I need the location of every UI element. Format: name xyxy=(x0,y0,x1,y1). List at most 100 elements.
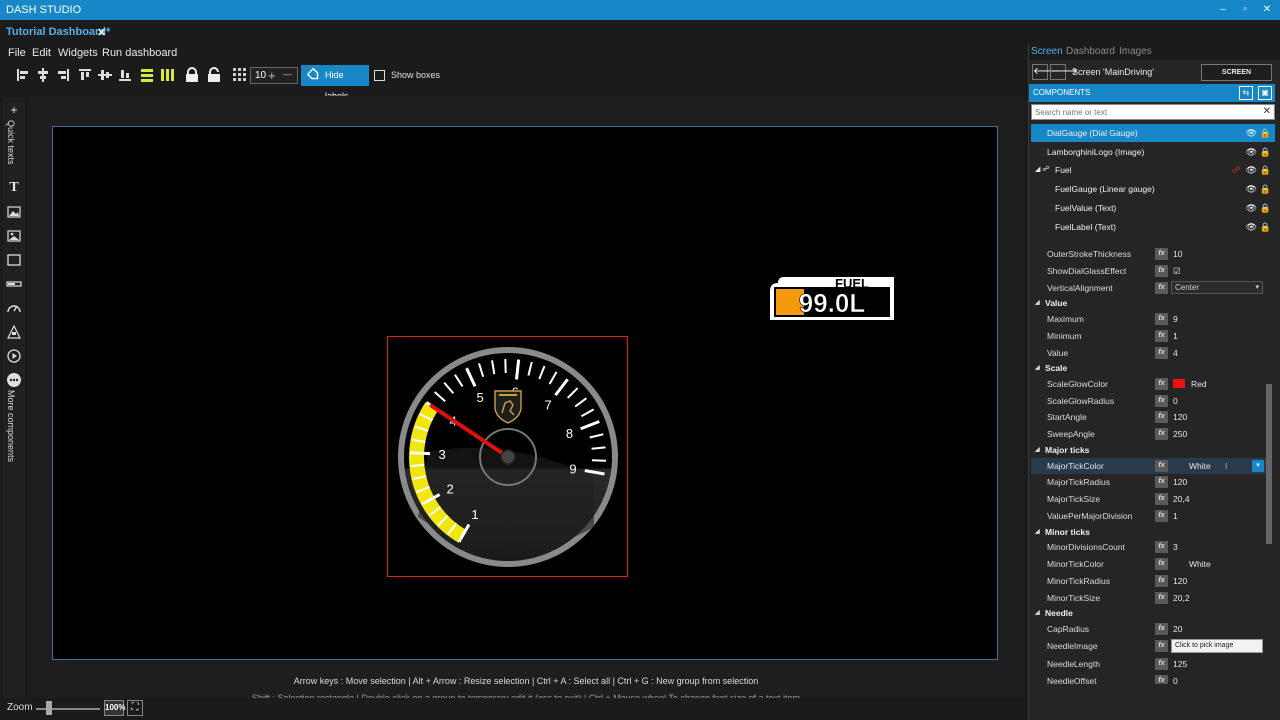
property-value[interactable]: 120 xyxy=(1173,474,1187,490)
property-value[interactable]: White xyxy=(1189,556,1211,572)
visibility-eye-icon[interactable]: 👁 xyxy=(1246,161,1257,179)
formula-icon[interactable]: fx xyxy=(1155,411,1168,424)
grid-size-stepper[interactable]: 10 + — xyxy=(250,67,298,84)
property-row[interactable]: NeedleImage fx Click to pick image xyxy=(1031,638,1267,654)
text-tool-icon[interactable]: T xyxy=(6,180,22,196)
color-swatch[interactable] xyxy=(1173,378,1185,388)
component-item[interactable]: LamborghiniLogo (Image) 👁 🔒 xyxy=(1031,143,1275,161)
dial-gauge-selection[interactable]: 123456789 xyxy=(387,336,628,577)
group-expand-icon[interactable]: ◢ ☍ xyxy=(1035,161,1049,179)
color-dropdown-button[interactable]: ▾ xyxy=(1252,459,1264,472)
property-row[interactable]: MinorTickColor fx White xyxy=(1031,556,1267,572)
property-value[interactable]: 125 xyxy=(1173,656,1187,672)
property-value[interactable]: 120 xyxy=(1173,573,1187,589)
property-row[interactable]: MinorTickSize fx 20,2 xyxy=(1031,590,1267,606)
property-value[interactable]: 10 xyxy=(1173,246,1182,262)
dial-gauge-tool-icon[interactable] xyxy=(6,300,22,316)
group-link-icon[interactable]: ☍ xyxy=(1232,161,1241,179)
property-row[interactable]: NeedleLength fx 125 xyxy=(1031,656,1267,672)
property-row[interactable]: Maximum fx 9 xyxy=(1031,311,1267,327)
formula-icon[interactable]: fx xyxy=(1155,493,1168,506)
property-row[interactable]: NeedleOffset fx 0 xyxy=(1031,673,1267,685)
visibility-eye-icon[interactable]: 👁 xyxy=(1246,143,1257,161)
next-screen-icon[interactable]: 🡒 xyxy=(1050,64,1078,80)
more-components-label[interactable]: More components xyxy=(6,390,16,462)
property-value[interactable]: 3 xyxy=(1173,539,1178,555)
component-item[interactable]: ◢ ☍ ☍ Fuel 👁 🔒 xyxy=(1031,161,1275,179)
align-middle-icon[interactable] xyxy=(96,66,114,84)
lock-icon[interactable]: 🔒 xyxy=(1260,161,1271,179)
property-value[interactable]: 0 xyxy=(1173,673,1178,685)
align-center-horizontal-icon[interactable] xyxy=(34,66,52,84)
more-components-icon[interactable] xyxy=(6,372,22,388)
formula-icon[interactable]: fx xyxy=(1155,574,1168,587)
hide-labels-button[interactable]: Hide labels xyxy=(301,65,369,101)
visibility-eye-icon[interactable]: 👁 xyxy=(1246,199,1257,217)
property-section[interactable]: ◢ Value xyxy=(1031,296,1267,310)
property-value[interactable]: 250 xyxy=(1173,426,1187,442)
component-item[interactable]: FuelLabel (Text) 👁 🔒 xyxy=(1031,218,1275,236)
zoom-slider-thumb[interactable] xyxy=(45,701,52,715)
align-top-icon[interactable] xyxy=(76,66,94,84)
pick-image-button[interactable]: Click to pick image xyxy=(1171,638,1263,653)
tab-images[interactable]: Images xyxy=(1119,46,1152,57)
lock-icon[interactable]: 🔒 xyxy=(1260,218,1271,236)
formula-icon[interactable]: fx xyxy=(1155,346,1168,359)
property-row[interactable]: MinorDivisionsCount fx 3 xyxy=(1031,539,1267,555)
close-window-button[interactable]: ✕ xyxy=(1260,4,1274,15)
property-row[interactable]: ValuePerMajorDivision fx 1 xyxy=(1031,508,1267,524)
fuel-widget[interactable]: FUEL 99.0L xyxy=(770,275,894,320)
lock-icon[interactable]: 🔒 xyxy=(1260,124,1271,142)
property-value[interactable]: 0 xyxy=(1173,393,1178,409)
menu-edit[interactable]: Edit xyxy=(32,47,51,59)
grid-size-decrement-button[interactable]: — xyxy=(283,69,292,79)
property-row[interactable]: Minimum fx 1 xyxy=(1031,328,1267,344)
align-bottom-icon[interactable] xyxy=(116,66,134,84)
formula-icon[interactable]: fx xyxy=(1155,509,1168,522)
search-input[interactable] xyxy=(1035,106,1255,118)
formula-icon[interactable]: fx xyxy=(1155,312,1168,325)
document-tab[interactable]: Tutorial Dashboard* xyxy=(6,26,110,38)
tab-screen[interactable]: Screen xyxy=(1031,46,1063,57)
dashboard-canvas[interactable]: FUEL 99.0L 1 2 3 5 7 8 9 xyxy=(52,126,998,660)
image-tool-icon[interactable] xyxy=(6,204,22,220)
collapse-triangle-icon[interactable]: ◢ xyxy=(1035,606,1040,620)
component-item[interactable]: FuelValue (Text) 👁 🔒 xyxy=(1031,199,1275,217)
visibility-eye-icon[interactable]: 👁 xyxy=(1246,218,1257,236)
property-value[interactable]: 9 xyxy=(1173,311,1178,327)
minimize-button[interactable]: – xyxy=(1216,4,1230,15)
align-right-icon[interactable] xyxy=(54,66,72,84)
menu-run-dashboard[interactable]: Run dashboard xyxy=(102,47,177,59)
formula-icon[interactable]: fx xyxy=(1155,281,1168,294)
property-row[interactable]: MajorTickColor fx White I ▾ xyxy=(1031,457,1267,474)
collapse-triangle-icon[interactable]: ◢ xyxy=(1035,296,1040,310)
formula-icon[interactable]: fx xyxy=(1155,476,1168,489)
formula-icon[interactable]: fx xyxy=(1155,541,1168,554)
property-scrollbar-thumb[interactable] xyxy=(1266,384,1272,544)
property-row[interactable]: OuterStrokeThickness fx 10 xyxy=(1031,246,1267,262)
formula-icon[interactable]: fx xyxy=(1155,657,1168,670)
flag-tool-icon[interactable] xyxy=(6,324,22,340)
component-item[interactable]: DialGauge (Dial Gauge) 👁 🔒 xyxy=(1031,124,1275,142)
formula-icon[interactable]: fx xyxy=(1155,264,1168,277)
collapse-triangle-icon[interactable]: ◢ xyxy=(1035,361,1040,375)
visibility-eye-icon[interactable]: 👁 xyxy=(1246,180,1257,198)
component-search[interactable]: ✕ xyxy=(1031,104,1275,120)
property-row[interactable]: MajorTickRadius fx 120 xyxy=(1031,474,1267,490)
play-animation-icon[interactable] xyxy=(6,348,22,364)
lock-icon[interactable] xyxy=(183,66,201,84)
property-value[interactable]: White xyxy=(1189,458,1211,474)
show-boxes-checkbox[interactable] xyxy=(374,70,385,82)
property-value[interactable]: 20,2 xyxy=(1173,590,1190,606)
unlock-icon[interactable] xyxy=(205,66,223,84)
property-section[interactable]: ◢ Needle xyxy=(1031,606,1267,620)
formula-icon[interactable]: fx xyxy=(1155,674,1168,684)
rectangle-tool-icon[interactable] xyxy=(6,252,22,268)
formula-icon[interactable]: fx xyxy=(1155,394,1168,407)
formula-icon[interactable]: fx xyxy=(1155,248,1168,260)
property-row[interactable]: ScaleGlowRadius fx 0 xyxy=(1031,393,1267,409)
save-component-icon[interactable]: ▣ xyxy=(1258,86,1272,100)
formula-icon[interactable]: fx xyxy=(1155,329,1168,342)
property-value[interactable]: 20 xyxy=(1173,621,1182,637)
formula-icon[interactable]: fx xyxy=(1155,428,1168,441)
